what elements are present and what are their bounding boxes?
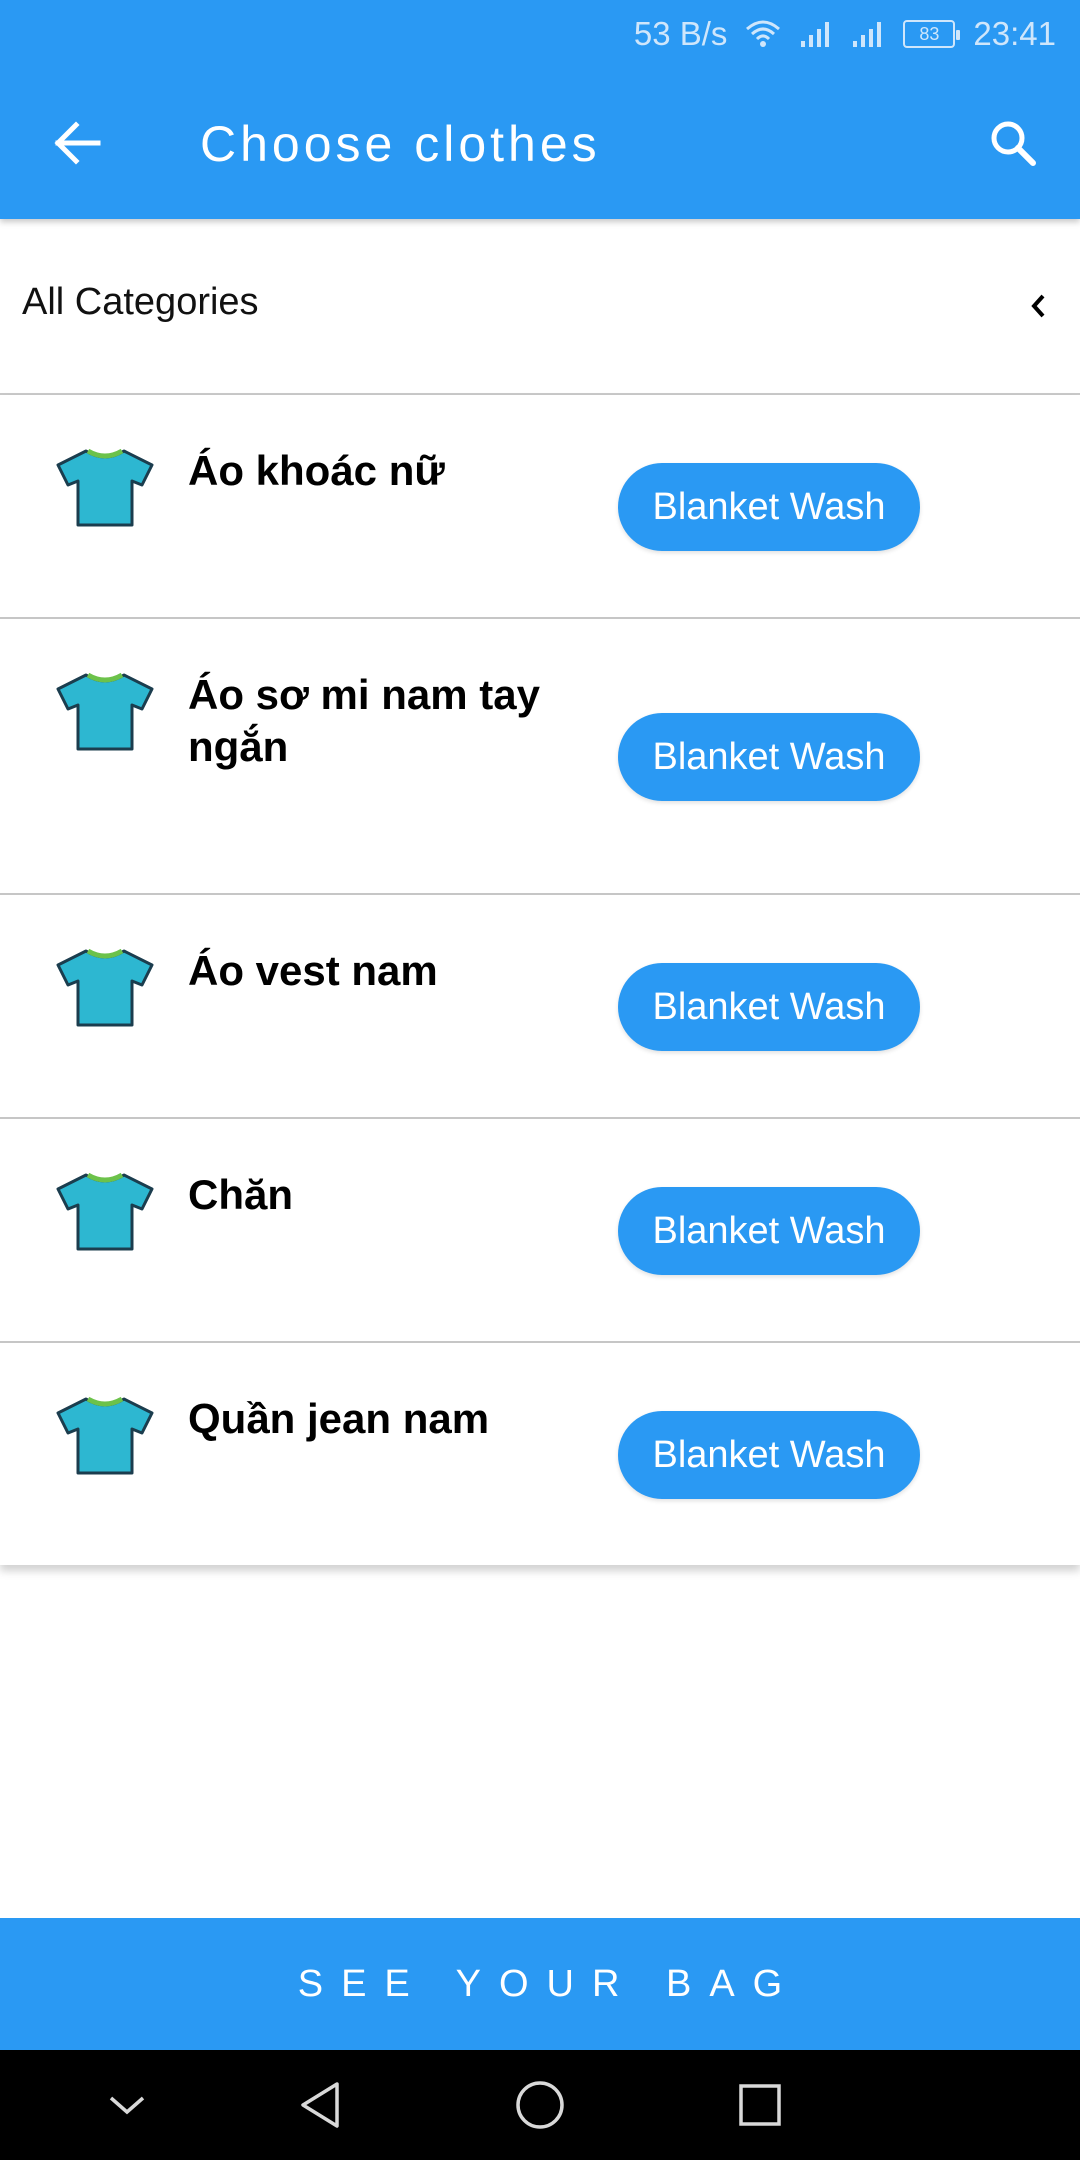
net-speed: 53 B/s	[633, 15, 728, 52]
chevron-down-icon[interactable]	[97, 2075, 157, 2135]
item-name: Chăn	[188, 1171, 293, 1218]
list-item[interactable]: Áo sơ mi nam tay ngắn Blanket Wash	[0, 619, 1080, 895]
blanket-wash-button[interactable]: Blanket Wash	[618, 1187, 920, 1275]
tshirt-icon	[56, 948, 154, 1027]
blanket-wash-button[interactable]: Blanket Wash	[618, 1411, 920, 1499]
search-icon	[991, 121, 1036, 166]
page-title: Choose clothes	[200, 116, 601, 172]
tshirt-icon	[56, 1396, 154, 1475]
see-your-bag-button[interactable]: SEE YOUR BAG	[0, 1918, 1080, 2050]
list-item[interactable]: Chăn Blanket Wash	[0, 1119, 1080, 1343]
list-item[interactable]: Quần jean nam Blanket Wash	[0, 1343, 1080, 1565]
see-your-bag-label: SEE YOUR BAG	[297, 1962, 801, 2005]
blanket-wash-button[interactable]: Blanket Wash	[618, 713, 920, 801]
wifi-icon	[745, 19, 781, 49]
home-circle-icon[interactable]	[510, 2075, 570, 2135]
system-nav-bar	[0, 2050, 1080, 2160]
signal-icon-2	[851, 19, 885, 49]
tshirt-icon	[56, 672, 154, 751]
status-bar: 53 B/s 83 23:41	[634, 14, 1056, 54]
list-item[interactable]: Áo vest nam Blanket Wash	[0, 895, 1080, 1119]
chevron-left-icon[interactable]	[1018, 281, 1058, 331]
search-button[interactable]	[976, 106, 1050, 180]
signal-icon	[799, 19, 833, 49]
category-selector[interactable]: All Categories	[0, 219, 1080, 395]
app-bar: 53 B/s 83 23:41 Choose clothes	[0, 0, 1080, 219]
arrow-left-icon	[54, 121, 101, 165]
clock: 23:41	[973, 15, 1056, 52]
item-name: Áo sơ mi nam tay ngắn	[188, 671, 540, 770]
list-item[interactable]: Áo khoác nữ Blanket Wash	[0, 395, 1080, 619]
blanket-wash-button[interactable]: Blanket Wash	[618, 463, 920, 551]
item-name: Áo vest nam	[188, 947, 438, 994]
tshirt-icon	[56, 1172, 154, 1251]
tshirt-icon	[56, 448, 154, 527]
item-name: Áo khoác nữ	[188, 447, 445, 494]
back-triangle-icon[interactable]	[290, 2075, 350, 2135]
category-label: All Categories	[22, 281, 259, 323]
back-button[interactable]	[42, 108, 112, 178]
item-name: Quần jean nam	[188, 1395, 490, 1442]
recents-square-icon[interactable]	[730, 2075, 790, 2135]
battery-icon: 83	[903, 20, 961, 48]
blanket-wash-button[interactable]: Blanket Wash	[618, 963, 920, 1051]
choose-clothes-screen: 53 B/s 83 23:41 Choose clothes All Categ…	[0, 0, 1080, 2160]
clothes-list: Áo khoác nữ Blanket Wash Áo sơ mi nam ta…	[0, 395, 1080, 1565]
